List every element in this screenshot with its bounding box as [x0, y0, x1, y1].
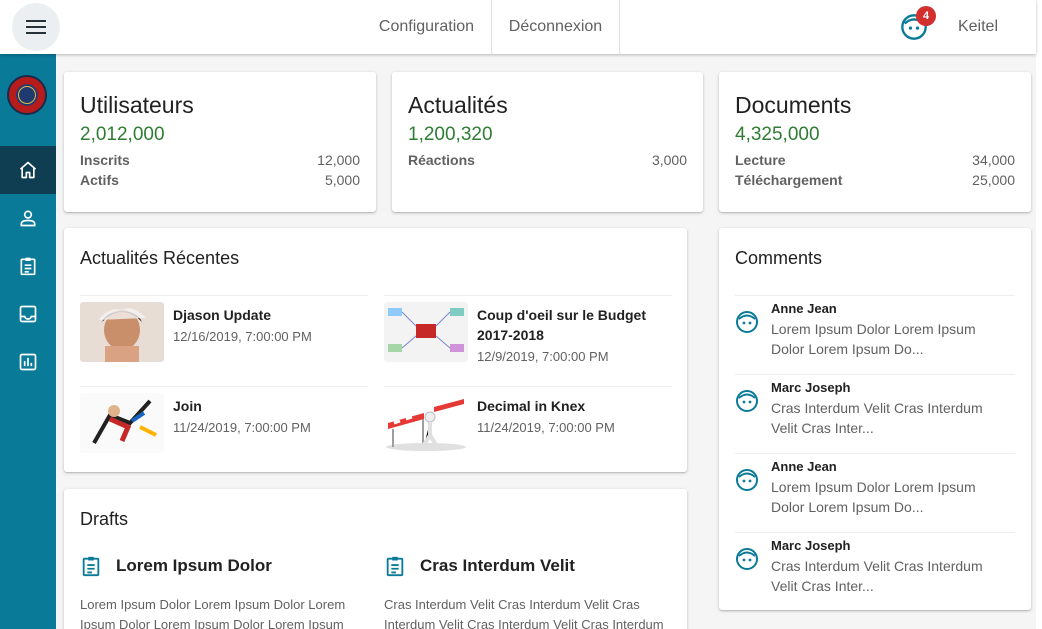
news-item[interactable]: Coup d'oeil sur le Budget 2017-2018 12/9…: [384, 295, 672, 385]
notification-badge: 4: [916, 6, 936, 26]
emblem-logo[interactable]: [7, 75, 47, 115]
sidebar-item-stats[interactable]: [0, 338, 56, 386]
draft-title: Lorem Ipsum Dolor: [116, 556, 272, 575]
comment-author: Anne Jean: [771, 301, 837, 316]
home-icon: [19, 161, 37, 179]
stat-title: Utilisateurs: [80, 92, 194, 118]
news-title: Djason Update: [173, 307, 272, 323]
user-face-icon: [736, 311, 758, 333]
sidebar: [0, 54, 56, 629]
news-item[interactable]: Join 11/24/2019, 7:00:00 PM: [80, 386, 368, 476]
stat-row: Actifs 5,000: [80, 172, 360, 192]
person-icon: [20, 210, 36, 227]
stat-value: 2,012,000: [80, 124, 165, 145]
comment-author: Marc Joseph: [771, 538, 851, 553]
stat-row: Lecture 34,000: [735, 152, 1015, 172]
user-face-icon: [736, 390, 758, 412]
stat-row-label: Lecture: [735, 152, 786, 168]
stat-row-value: 25,000: [972, 172, 1015, 188]
comment-text: Lorem Ipsum Dolor Lorem Ipsum Dolor Lore…: [771, 321, 976, 357]
news-thumbnail: [384, 393, 468, 453]
draft-text: Cras Interdum Velit Cras Interdum Velit …: [384, 597, 664, 629]
sidebar-item-documents[interactable]: [0, 290, 56, 338]
comments-card: Comments Anne Jean Lorem Ipsum Dolor Lor…: [719, 228, 1031, 610]
stat-row-value: 5,000: [324, 172, 360, 188]
stat-row: Inscrits 12,000: [80, 152, 360, 172]
comment-author: Marc Joseph: [771, 380, 851, 395]
stat-card-users: Utilisateurs 2,012,000 Inscrits 12,000 Ac…: [64, 72, 376, 212]
news-thumbnail: [80, 302, 164, 362]
user-name[interactable]: Keitel: [940, 0, 1016, 54]
draft-title: Cras Interdum Velit: [420, 556, 575, 575]
stat-row-value: 34,000: [972, 152, 1015, 168]
news-title: Coup d'oeil sur le Budget 2017-2018: [477, 307, 646, 343]
comment-text: Lorem Ipsum Dolor Lorem Ipsum Dolor Lore…: [771, 479, 976, 515]
news-thumbnail: [80, 393, 164, 453]
stat-row-label: Téléchargement: [735, 172, 843, 188]
top-app-bar: Configuration Déconnexion 4 Keitel: [0, 0, 1036, 54]
menu-button[interactable]: [12, 3, 60, 51]
stat-value: 1,200,320: [408, 124, 493, 145]
sidebar-item-users[interactable]: [0, 194, 56, 242]
drafts-card: Drafts Lorem Ipsum Dolor Lorem Ipsum Dol…: [64, 489, 687, 629]
nav-configuration-link[interactable]: Configuration: [362, 0, 492, 54]
sidebar-item-home[interactable]: [0, 146, 56, 194]
user-face-icon: [736, 548, 758, 570]
stat-row-label: Réactions: [408, 152, 475, 168]
sidebar-item-news[interactable]: [0, 242, 56, 290]
draft-text: Lorem Ipsum Dolor Lorem Ipsum Dolor Lore…: [80, 597, 346, 629]
recent-news-card: Actualités Récentes Djason Update 12/16/…: [64, 228, 687, 472]
comment-item[interactable]: Anne Jean Lorem Ipsum Dolor Lorem Ipsum …: [735, 453, 1015, 532]
news-item[interactable]: Decimal in Knex 11/24/2019, 7:00:00 PM: [384, 386, 672, 476]
news-date: 12/16/2019, 7:00:00 PM: [173, 329, 312, 344]
section-title: Actualités Récentes: [80, 248, 240, 268]
stat-row: Réactions 3,000: [408, 152, 687, 172]
nav-logout-link[interactable]: Déconnexion: [492, 0, 620, 54]
comment-item[interactable]: Marc Joseph Cras Interdum Velit Cras Int…: [735, 532, 1015, 611]
clipboard-icon: [386, 556, 404, 577]
comment-author: Anne Jean: [771, 459, 837, 474]
stat-row-value: 12,000: [317, 152, 360, 168]
news-date: 11/24/2019, 7:00:00 PM: [173, 420, 311, 435]
news-title: Decimal in Knex: [477, 398, 586, 414]
stat-title: Actualités: [408, 92, 508, 118]
stat-value: 4,325,000: [735, 124, 820, 145]
comment-text: Cras Interdum Velit Cras Interdum Velit …: [771, 400, 983, 436]
bar-chart-icon: [19, 353, 37, 371]
comment-item[interactable]: Marc Joseph Cras Interdum Velit Cras Int…: [735, 374, 1015, 453]
scrollbar-track[interactable]: [1036, 0, 1042, 629]
news-date: 12/9/2019, 7:00:00 PM: [477, 349, 609, 364]
stat-card-documents: Documents 4,325,000 Lecture 34,000 Téléch…: [719, 72, 1031, 212]
stat-card-news: Actualités 1,200,320 Réactions 3,000: [392, 72, 703, 212]
comment-item[interactable]: Anne Jean Lorem Ipsum Dolor Lorem Ipsum …: [735, 295, 1015, 374]
comment-text: Cras Interdum Velit Cras Interdum Velit …: [771, 558, 983, 594]
stat-row-value: 3,000: [651, 152, 687, 168]
section-title: Drafts: [80, 509, 129, 529]
stat-row: Téléchargement 25,000: [735, 172, 1015, 192]
stat-row-label: Inscrits: [80, 152, 130, 168]
menu-icon: [26, 20, 46, 34]
stat-row-label: Actifs: [80, 172, 119, 188]
clipboard-icon: [20, 257, 36, 276]
inbox-icon: [19, 305, 37, 323]
section-title: Comments: [735, 248, 823, 268]
clipboard-icon: [82, 556, 100, 577]
stat-title: Documents: [735, 92, 852, 118]
user-face-icon: [736, 469, 758, 491]
news-title: Join: [173, 398, 202, 414]
news-date: 11/24/2019, 7:00:00 PM: [477, 420, 615, 435]
news-item[interactable]: Djason Update 12/16/2019, 7:00:00 PM: [80, 295, 368, 385]
news-thumbnail: [384, 302, 468, 362]
